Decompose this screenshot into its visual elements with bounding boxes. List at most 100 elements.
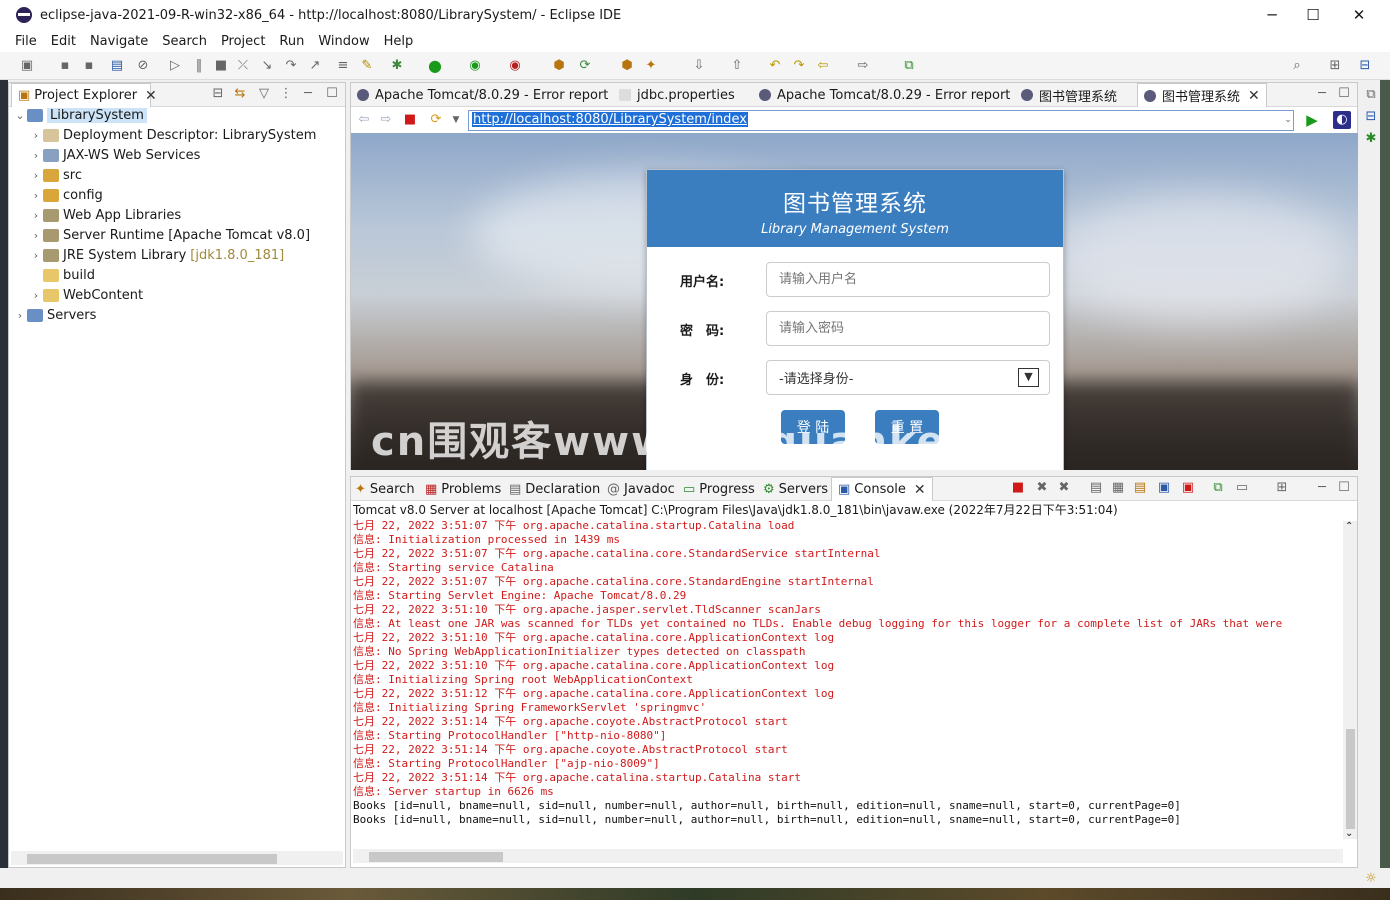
remove-launch-icon[interactable]: ✖	[1033, 479, 1051, 497]
chevron-right-icon[interactable]: ›	[29, 149, 43, 162]
chevron-right-icon[interactable]: ›	[29, 249, 43, 262]
open-console-icon[interactable]: ⊞	[1273, 479, 1291, 497]
password-input[interactable]	[766, 311, 1050, 346]
tree-item-jaxws[interactable]: › JAX-WS Web Services	[29, 145, 201, 165]
link-with-editor-icon[interactable]: ⇆	[231, 85, 249, 103]
filter-icon[interactable]: ▽	[255, 85, 273, 103]
minimize-view-icon[interactable]: ─	[299, 85, 317, 103]
tab-search[interactable]: ✦ Search	[355, 477, 415, 501]
back-icon[interactable]: ⇦	[355, 111, 373, 129]
minimize-button[interactable]: ─	[1249, 0, 1295, 30]
maximize-view-icon[interactable]: ☐	[1335, 85, 1353, 103]
tree-item-web-app-libraries[interactable]: › Web App Libraries	[29, 205, 181, 225]
close-window-button[interactable]: ✕	[1336, 0, 1382, 30]
new-icon[interactable]: ▣	[18, 57, 36, 75]
tab-library-system-2[interactable]: 图书管理系统 ✕	[1137, 83, 1267, 107]
chevron-up-icon[interactable]: ⌃	[1345, 521, 1353, 532]
pin-console-icon[interactable]: ⧉	[1209, 479, 1227, 497]
close-icon[interactable]: ✕	[914, 482, 926, 498]
show-on-stdout-icon[interactable]: ▣	[1155, 479, 1173, 497]
tab-progress[interactable]: ▭ Progress	[683, 477, 755, 501]
chevron-right-icon[interactable]: ›	[13, 309, 27, 322]
tree-item-webcontent[interactable]: › WebContent	[29, 285, 143, 305]
chevron-down-icon[interactable]: ▼	[447, 111, 465, 129]
tab-library-system-1[interactable]: 图书管理系统	[1021, 83, 1117, 107]
menu-file[interactable]: File	[8, 34, 44, 49]
terminate-icon[interactable]: ■	[1009, 479, 1027, 497]
remove-all-terminated-icon[interactable]: ✖	[1055, 479, 1073, 497]
terminate-icon[interactable]: ■	[212, 57, 230, 75]
tab-declaration[interactable]: ▤ Declaration	[509, 477, 600, 501]
outline-icon[interactable]: ⊟	[1362, 108, 1380, 126]
tab-jdbc-properties[interactable]: jdbc.properties	[619, 83, 735, 107]
console-vertical-scrollbar[interactable]: ⌃ ⌄	[1343, 521, 1357, 839]
scroll-thumb[interactable]	[1346, 729, 1355, 829]
use-step-filters-icon[interactable]: ✎	[358, 57, 376, 75]
menu-window[interactable]: Window	[311, 34, 376, 49]
save-all-icon[interactable]: ▪	[80, 57, 98, 75]
terminal-icon[interactable]: ▤	[108, 57, 126, 75]
last-edit-icon[interactable]: ↶	[766, 57, 784, 75]
next-annotation-icon[interactable]: ⇩	[690, 57, 708, 75]
tab-servers[interactable]: ⚙ Servers	[763, 477, 828, 501]
coverage-icon[interactable]: ◉	[466, 57, 484, 75]
forward-icon[interactable]: ⇨	[854, 57, 872, 75]
step-return-icon[interactable]: ↗	[306, 57, 324, 75]
word-wrap-icon[interactable]: ▤	[1131, 479, 1149, 497]
open-perspective-icon[interactable]: ⊞	[1326, 57, 1344, 75]
url-input[interactable]: http://localhost:8080/LibrarySystem/inde…	[468, 110, 1294, 131]
chevron-right-icon[interactable]: ›	[29, 129, 43, 142]
close-icon[interactable]: ✕	[145, 88, 157, 104]
pin-editor-icon[interactable]: ⧉	[900, 57, 918, 75]
disconnect-icon[interactable]: ⤫	[234, 57, 252, 75]
chevron-right-icon[interactable]: ›	[29, 189, 43, 202]
task-list-icon[interactable]: ✱	[1362, 130, 1380, 148]
forward-icon[interactable]: ⇨	[377, 111, 395, 129]
menu-help[interactable]: Help	[377, 34, 421, 49]
maximize-button[interactable]: ☐	[1290, 0, 1336, 30]
tree-item-build[interactable]: build	[29, 265, 95, 285]
tree-item-servers[interactable]: › Servers	[13, 305, 97, 325]
chevron-right-icon[interactable]: ›	[29, 289, 43, 302]
tab-javadoc[interactable]: @ Javadoc	[607, 477, 675, 501]
tree-item-librarysystem[interactable]: ⌄ LibrarySystem	[13, 105, 147, 125]
tree-item-config[interactable]: › config	[29, 185, 103, 205]
role-select[interactable]: -请选择身份- ▼	[766, 360, 1050, 395]
java-ee-perspective-icon[interactable]: ⊟	[1356, 57, 1374, 75]
username-input[interactable]	[766, 262, 1050, 297]
tab-console[interactable]: ▣ Console ✕	[831, 477, 933, 501]
scroll-thumb[interactable]	[27, 854, 277, 864]
search-tool-icon[interactable]: ✦	[642, 57, 660, 75]
skip-breakpoints-icon[interactable]: ⊘	[134, 57, 152, 75]
tab-project-explorer[interactable]: ▣ Project Explorer ✕	[11, 83, 157, 107]
chevron-down-icon[interactable]: ▼	[1018, 368, 1039, 387]
suspend-icon[interactable]: ‖	[190, 57, 208, 75]
back-icon[interactable]: ⇦	[814, 57, 832, 75]
chevron-right-icon[interactable]: ›	[29, 209, 43, 222]
chevron-down-icon[interactable]: ⌄	[13, 109, 27, 122]
restore-icon[interactable]: ⧉	[1362, 86, 1380, 104]
tab-error-report-1[interactable]: Apache Tomcat/8.0.29 - Error report	[357, 83, 608, 107]
tab-error-report-2[interactable]: Apache Tomcat/8.0.29 - Error report	[759, 83, 1010, 107]
save-icon[interactable]: ▪	[56, 57, 74, 75]
tree-item-src[interactable]: › src	[29, 165, 82, 185]
search-icon[interactable]: ⌕	[1288, 57, 1306, 75]
maximize-view-icon[interactable]: ☐	[323, 85, 341, 103]
chevron-down-icon[interactable]: ⌄	[1345, 828, 1353, 839]
go-icon[interactable]: ▶	[1303, 111, 1321, 129]
new-java-package-icon[interactable]: ⟳	[576, 57, 594, 75]
previous-annotation-icon[interactable]: ⇧	[728, 57, 746, 75]
resume-icon[interactable]: ▷	[166, 57, 184, 75]
tab-problems[interactable]: ▦ Problems	[425, 477, 501, 501]
console-output[interactable]: 七月 22, 2022 3:51:07 下午 org.apache.catali…	[351, 519, 1343, 849]
view-menu-icon[interactable]: ⋮	[277, 85, 295, 103]
chevron-right-icon[interactable]: ›	[29, 169, 43, 182]
display-console-icon[interactable]: ▭	[1233, 479, 1251, 497]
lightbulb-icon[interactable]: ☼	[1362, 870, 1380, 888]
tree-item-deployment-descriptor[interactable]: › Deployment Descriptor: LibrarySystem	[29, 125, 317, 145]
explorer-horizontal-scrollbar[interactable]	[11, 851, 343, 865]
forward-edit-icon[interactable]: ↷	[790, 57, 808, 75]
menu-navigate[interactable]: Navigate	[83, 34, 155, 49]
debug-icon[interactable]: ✱	[388, 57, 406, 75]
open-type-icon[interactable]: ⬢	[618, 57, 636, 75]
